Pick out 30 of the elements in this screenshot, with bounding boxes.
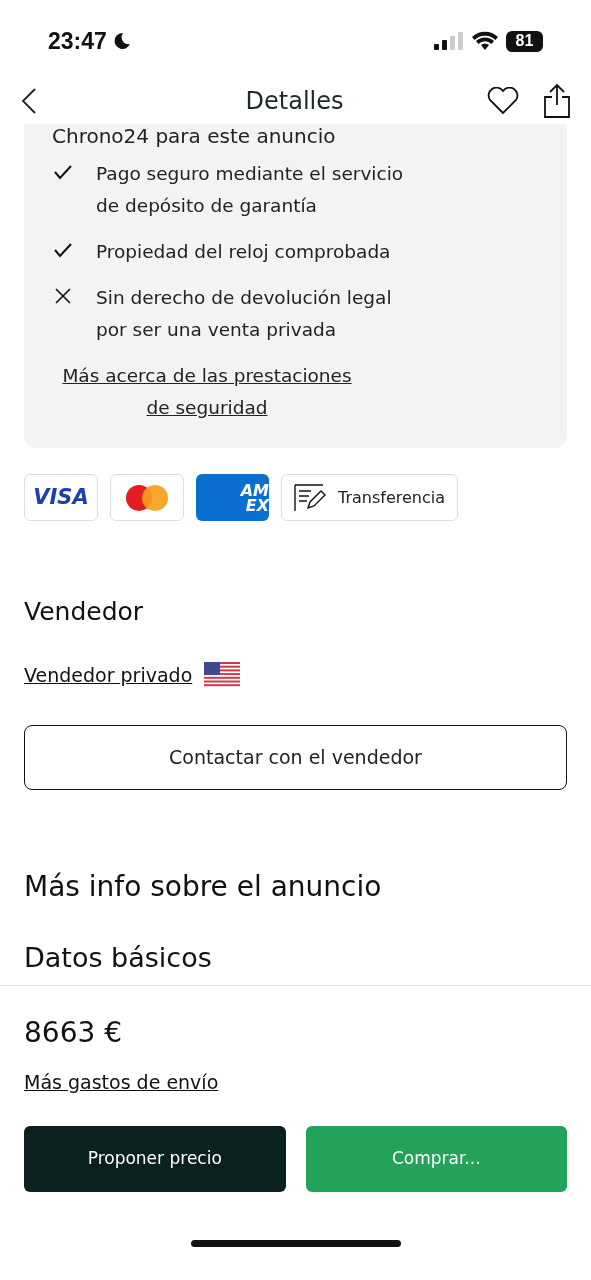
back-icon[interactable] — [20, 87, 38, 115]
mastercard-logo-icon — [125, 483, 169, 512]
more-info-heading: Más info sobre el anuncio — [23, 869, 383, 905]
basic-data-heading: Datos básicos — [23, 941, 213, 975]
document-pen-icon — [294, 483, 326, 512]
amex-card: AM EX — [196, 474, 269, 521]
page-title: Detalles — [244, 86, 344, 117]
signal-icon — [434, 31, 464, 51]
wifi-icon — [472, 31, 498, 51]
check-icon — [53, 242, 73, 258]
heart-icon[interactable] — [487, 87, 519, 115]
shipping-link[interactable]: Más gastos de envío — [24, 1067, 219, 1096]
feature-text: Pago seguro mediante el servicio de depósito de garantía — [96, 162, 405, 218]
cross-icon — [54, 287, 72, 305]
seller-heading: Vendedor — [23, 596, 145, 628]
feature-text: Sin derecho de devolución legal por ser una venta privada — [96, 286, 393, 342]
battery-indicator: 81 — [506, 30, 543, 52]
security-title: Chrono24 para este anuncio — [52, 124, 337, 148]
transfer-card: Transferencia — [281, 474, 458, 521]
price: 8663 € — [24, 1014, 123, 1051]
share-icon[interactable] — [543, 83, 571, 119]
flag-icon — [204, 661, 241, 688]
seller-link[interactable]: Vendedor privado — [24, 660, 193, 689]
security-info-link[interactable]: Más acerca de las prestaciones de seguridad — [52, 360, 362, 424]
status-time: 23:47 — [48, 26, 107, 56]
feature-text: Propiedad del reloj comprobada — [96, 240, 392, 264]
visa-card: VISA — [24, 474, 98, 521]
check-icon — [53, 164, 73, 180]
contact-seller-button[interactable]: Contactar con el vendedor — [24, 725, 567, 790]
offer-button[interactable]: Proponer precio — [24, 1126, 286, 1192]
